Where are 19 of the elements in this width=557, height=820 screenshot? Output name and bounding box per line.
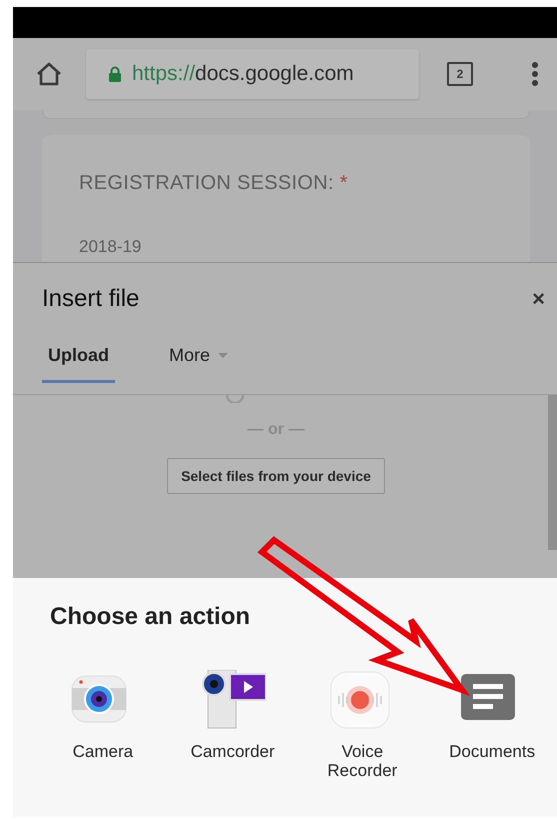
answer-text: 2018-19	[79, 237, 142, 257]
sheet-title: Choose an action	[50, 603, 250, 631]
dialog-tab[interactable]: Upload	[42, 337, 115, 383]
dialog-tab[interactable]: More	[163, 337, 234, 383]
dialog-title: Insert file	[42, 285, 140, 313]
home-icon[interactable]	[36, 62, 62, 86]
question-label: REGISTRATION SESSION: *	[79, 172, 349, 195]
app-label[interactable]: Camcorder	[178, 742, 288, 761]
tab-count[interactable]: 2	[447, 62, 473, 86]
menu-icon[interactable]	[531, 61, 539, 87]
select-files-button[interactable]: Select files from your device	[167, 458, 385, 494]
address-bar[interactable]: https://docs.google.com	[86, 49, 419, 99]
app-label[interactable]: Camera	[48, 742, 158, 761]
lock-icon	[108, 66, 122, 82]
app-label[interactable]: Voice Recorder	[307, 742, 418, 780]
close-button[interactable]: ×	[532, 286, 545, 312]
url-text: https://docs.google.com	[132, 62, 354, 86]
app-label[interactable]: Documents	[437, 742, 548, 761]
camcorder-icon[interactable]	[200, 670, 266, 730]
